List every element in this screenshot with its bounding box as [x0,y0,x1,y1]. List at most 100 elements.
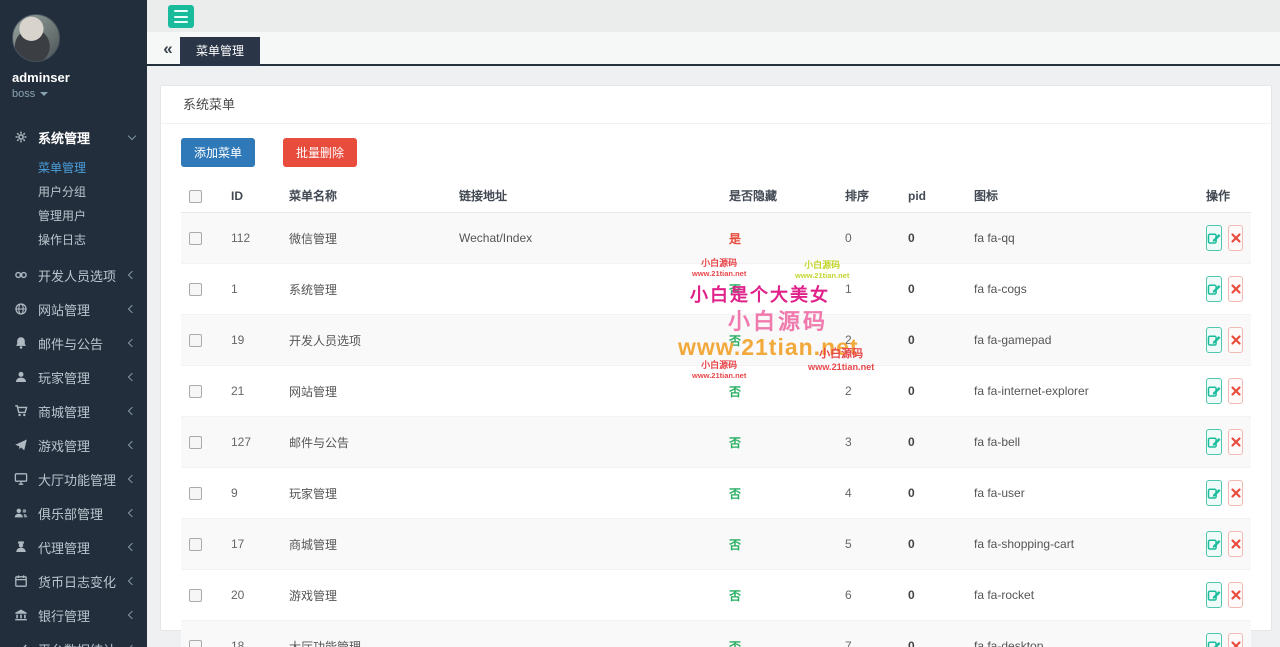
delete-row-button[interactable] [1228,480,1243,506]
sidebar-item-operation-logs[interactable]: 操作日志 [0,228,147,252]
sidebar-item-club-management[interactable]: 俱乐部管理 [0,496,147,530]
cell-icon-class: fa fa-desktop [966,621,1198,647]
row-checkbox[interactable] [189,232,202,245]
cell-sort: 6 [837,570,900,621]
cell-id: 17 [223,519,281,570]
sidebar-item-menu-management[interactable]: 菜单管理 [0,156,147,180]
table-row: 9玩家管理否40fa fa-user [181,468,1251,519]
tab-menu-management[interactable]: 菜单管理 [180,37,260,66]
avatar[interactable] [12,14,60,62]
row-checkbox[interactable] [189,589,202,602]
col-header-actions: 操作 [1198,179,1251,213]
row-checkbox[interactable] [189,385,202,398]
col-header-pid: pid [900,179,966,213]
sidebar-toggle-button[interactable] [168,5,194,28]
row-checkbox[interactable] [189,283,202,296]
delete-row-button[interactable] [1228,378,1243,404]
sidebar-item-game-management[interactable]: 游戏管理 [0,428,147,462]
cell-sort: 5 [837,519,900,570]
user-role-label: boss [12,88,35,100]
delete-row-button[interactable] [1228,276,1243,302]
delete-row-button[interactable] [1228,225,1243,251]
cell-link [451,417,721,468]
sidebar-item-manage-users[interactable]: 管理用户 [0,204,147,228]
cell-link: Wechat/Index [451,213,721,264]
sidebar-item-bank-management[interactable]: 银行管理 [0,598,147,632]
paper-plane-icon [14,438,30,452]
edit-row-button[interactable] [1206,327,1222,353]
sidebar-item-mail-announcements[interactable]: 邮件与公告 [0,326,147,360]
cell-hidden-flag: 是 [729,232,741,246]
user-secret-icon [14,540,30,554]
chevron-left-icon [128,373,136,381]
edit-row-button[interactable] [1206,531,1222,557]
sidebar-submenu: 菜单管理 用户分组 管理用户 操作日志 [0,154,147,258]
user-role-dropdown[interactable]: boss [12,88,135,100]
edit-row-button[interactable] [1206,276,1222,302]
cell-pid: 0 [900,621,966,647]
sidebar-item-player-management[interactable]: 玩家管理 [0,360,147,394]
sidebar-item-platform-statistics[interactable]: 平台数据统计 [0,632,147,647]
edit-row-button[interactable] [1206,582,1222,608]
cell-sort: 0 [837,213,900,264]
cell-hidden-flag: 否 [729,436,741,450]
sidebar-item-mall-management[interactable]: 商城管理 [0,394,147,428]
chevron-left-icon [128,577,136,585]
edit-row-button[interactable] [1206,633,1222,647]
cell-icon-class: fa fa-user [966,468,1198,519]
cell-pid: 0 [900,468,966,519]
row-checkbox[interactable] [189,640,202,647]
col-header-id: ID [223,179,281,213]
cell-pid: 0 [900,519,966,570]
cell-menu-name: 开发人员选项 [281,315,451,366]
panel-title: 系统菜单 [161,86,1271,124]
delete-row-button[interactable] [1228,531,1243,557]
table-header-row: ID 菜单名称 链接地址 是否隐藏 排序 pid 图标 操作 [181,179,1251,213]
calendar-icon [14,574,30,588]
sidebar-item-developer-options[interactable]: 开发人员选项 [0,258,147,292]
users-icon [14,506,30,520]
cell-id: 20 [223,570,281,621]
row-checkbox[interactable] [189,436,202,449]
edit-icon [1207,435,1221,449]
menu-table: ID 菜单名称 链接地址 是否隐藏 排序 pid 图标 操作 112微信管理We… [181,179,1251,647]
cell-hidden-flag: 否 [729,334,741,348]
edit-row-button[interactable] [1206,225,1222,251]
select-all-checkbox[interactable] [189,190,202,203]
delete-row-button[interactable] [1228,582,1243,608]
edit-row-button[interactable] [1206,378,1222,404]
delete-row-button[interactable] [1228,429,1243,455]
edit-icon [1207,333,1221,347]
col-header-menu-name: 菜单名称 [281,179,451,213]
delete-row-button[interactable] [1228,633,1243,647]
edit-row-button[interactable] [1206,429,1222,455]
cell-pid: 0 [900,315,966,366]
hamburger-icon [174,10,188,12]
line-chart-icon [14,642,30,647]
sidebar-item-user-groups[interactable]: 用户分组 [0,180,147,204]
col-header-hidden: 是否隐藏 [721,179,837,213]
batch-delete-button[interactable]: 批量删除 [283,138,357,167]
row-checkbox[interactable] [189,487,202,500]
add-menu-button[interactable]: 添加菜单 [181,138,255,167]
cell-hidden-flag: 否 [729,640,741,647]
row-checkbox[interactable] [189,538,202,551]
sidebar-item-lobby-function-management[interactable]: 大厅功能管理 [0,462,147,496]
col-header-icon: 图标 [966,179,1198,213]
edit-icon [1207,384,1221,398]
edit-row-button[interactable] [1206,480,1222,506]
cell-id: 18 [223,621,281,647]
sidebar-item-system-management[interactable]: 系统管理 [0,120,147,154]
cell-sort: 3 [837,417,900,468]
collapse-tabs-icon[interactable]: « [157,36,179,62]
sidebar-item-agent-management[interactable]: 代理管理 [0,530,147,564]
close-icon [1230,385,1242,397]
cell-icon-class: fa fa-gamepad [966,315,1198,366]
globe-icon [14,302,30,316]
sidebar-item-currency-log-changes[interactable]: 货币日志变化 [0,564,147,598]
delete-row-button[interactable] [1228,327,1243,353]
chevron-left-icon [128,271,136,279]
sidebar-item-website-management[interactable]: 网站管理 [0,292,147,326]
chevron-left-icon [128,475,136,483]
row-checkbox[interactable] [189,334,202,347]
